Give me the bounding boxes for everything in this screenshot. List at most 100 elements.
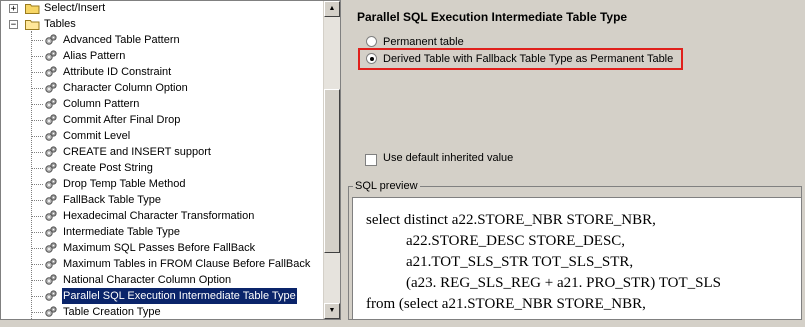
gear-icon: [44, 289, 58, 303]
tree-bottom-edge: [0, 320, 341, 327]
tree-item-label: Table Creation Type: [63, 306, 161, 318]
tree-item[interactable]: Table Creation Type: [1, 304, 323, 319]
tree-connector: [31, 312, 43, 313]
tree-connector: [31, 120, 43, 121]
tree-item[interactable]: Maximum Tables in FROM Clause Before Fal…: [1, 256, 323, 272]
gear-icon: [44, 193, 58, 207]
tree-item[interactable]: Attribute ID Constraint: [1, 64, 323, 80]
tree-item[interactable]: Maximum SQL Passes Before FallBack: [1, 240, 323, 256]
expand-icon[interactable]: +: [9, 4, 18, 14]
tree-connector: [31, 40, 43, 41]
tree-connector: [31, 200, 43, 201]
gear-icon: [44, 65, 58, 79]
sql-preview-legend: SQL preview: [353, 180, 420, 192]
tree-item[interactable]: CREATE and INSERT support: [1, 144, 323, 160]
tree-item-label: Select/Insert: [44, 2, 106, 14]
tree-connector: [31, 168, 43, 169]
gear-icon: [44, 129, 58, 143]
tree-item[interactable]: FallBack Table Type: [1, 192, 323, 208]
tree-item[interactable]: Hexadecimal Character Transformation: [1, 208, 323, 224]
tree-connector: [31, 232, 43, 233]
gear-icon: [44, 113, 58, 127]
tree-item-label: Advanced Table Pattern: [63, 34, 180, 46]
tree-item-label: Create Post String: [63, 162, 153, 174]
tree-connector: [31, 56, 43, 57]
collapse-icon[interactable]: −: [9, 20, 18, 30]
sql-line: a21.TOT_SLS_STR TOT_SLS_STR,: [406, 254, 634, 270]
settings-tree[interactable]: + Select/Insert − Tables Advanced Table Patt…: [0, 0, 341, 320]
use-default-checkbox[interactable]: [365, 154, 377, 166]
sql-line: from (select a21.STORE_NBR STORE_NBR,: [366, 296, 646, 312]
tree-connector: [31, 280, 43, 281]
scroll-thumb[interactable]: [324, 89, 340, 253]
tree-item[interactable]: Drop Temp Table Method: [1, 176, 323, 192]
tree-item-label: Alias Pattern: [63, 50, 126, 62]
gear-icon: [44, 49, 58, 63]
tree-item[interactable]: Column Pattern: [1, 96, 323, 112]
tree-item-label: Maximum Tables in FROM Clause Before Fal…: [63, 258, 311, 270]
tree-item-label: Intermediate Table Type: [63, 226, 181, 238]
tree-item-label: Commit After Final Drop: [63, 114, 181, 126]
tree-connector: [31, 296, 43, 297]
sql-line: a22.STORE_DESC STORE_DESC,: [406, 233, 626, 249]
tree-item-label: National Character Column Option: [63, 274, 232, 286]
tree-connector: [31, 184, 43, 185]
sql-line: (a23. REG_SLS_REG + a21. PRO_STR) TOT_SL…: [406, 275, 722, 291]
tree-item[interactable]: Intermediate Table Type: [1, 224, 323, 240]
tree-item[interactable]: Commit Level: [1, 128, 323, 144]
tree-item[interactable]: Advanced Table Pattern: [1, 32, 323, 48]
tree-trunk-line: [31, 31, 32, 319]
folder-icon: [25, 19, 40, 30]
tree-connector: [31, 88, 43, 89]
option-label: Derived Table with Fallback Table Type a…: [383, 53, 674, 65]
use-default-label: Use default inherited value: [383, 152, 514, 164]
tree-connector: [31, 264, 43, 265]
tree-item[interactable]: Commit After Final Drop: [1, 112, 323, 128]
tree-item[interactable]: Character Column Option: [1, 80, 323, 96]
scroll-up-button[interactable]: ▲: [324, 1, 340, 17]
gear-icon: [44, 225, 58, 239]
gear-icon: [44, 145, 58, 159]
tree-item-label: Attribute ID Constraint: [63, 66, 172, 78]
tree-item-label: Commit Level: [63, 130, 131, 142]
tree-item-label: Hexadecimal Character Transformation: [63, 210, 255, 222]
scroll-down-button[interactable]: ▼: [324, 303, 340, 319]
tree-item-label: Parallel SQL Execution Intermediate Tabl…: [61, 287, 298, 305]
tree-item-label: Maximum SQL Passes Before FallBack: [63, 242, 256, 254]
property-panel: Parallel SQL Execution Intermediate Tabl…: [344, 0, 805, 327]
tree-item-label: Character Column Option: [63, 82, 188, 94]
tree-item[interactable]: − Tables: [1, 16, 323, 32]
radio-derived-table[interactable]: [366, 53, 377, 64]
tree-connector: [31, 136, 43, 137]
gear-icon: [44, 305, 58, 319]
gear-icon: [44, 177, 58, 191]
tree-connector: [31, 72, 43, 73]
tree-item-label: Drop Temp Table Method: [63, 178, 186, 190]
gear-icon: [44, 161, 58, 175]
tree-item[interactable]: Alias Pattern: [1, 48, 323, 64]
gear-icon: [44, 241, 58, 255]
tree-item-label: FallBack Table Type: [63, 194, 162, 206]
tree-connector: [31, 152, 43, 153]
tree-connector: [31, 248, 43, 249]
tree-connector: [31, 104, 43, 105]
tree-vertical-scrollbar[interactable]: ▲ ▼: [323, 1, 340, 319]
radio-permanent-table[interactable]: [366, 36, 377, 47]
tree-item-label: CREATE and INSERT support: [63, 146, 211, 158]
gear-icon: [44, 81, 58, 95]
gear-icon: [44, 97, 58, 111]
sql-preview-text: select distinct a22.STORE_NBR STORE_NBR,…: [352, 197, 802, 320]
folder-icon: [25, 3, 40, 14]
tree-item[interactable]: National Character Column Option: [1, 272, 323, 288]
tree-item-label: Tables: [44, 18, 76, 30]
tree-item[interactable]: Parallel SQL Execution Intermediate Tabl…: [1, 287, 323, 305]
tree-item[interactable]: Create Post String: [1, 160, 323, 176]
gear-icon: [44, 209, 58, 223]
tree-item[interactable]: + Select/Insert: [1, 1, 323, 16]
tree-item-label: Column Pattern: [63, 98, 140, 110]
sql-line: select distinct a22.STORE_NBR STORE_NBR,: [366, 212, 656, 228]
gear-icon: [44, 33, 58, 47]
gear-icon: [44, 273, 58, 287]
gear-icon: [44, 257, 58, 271]
tree-connector: [31, 216, 43, 217]
